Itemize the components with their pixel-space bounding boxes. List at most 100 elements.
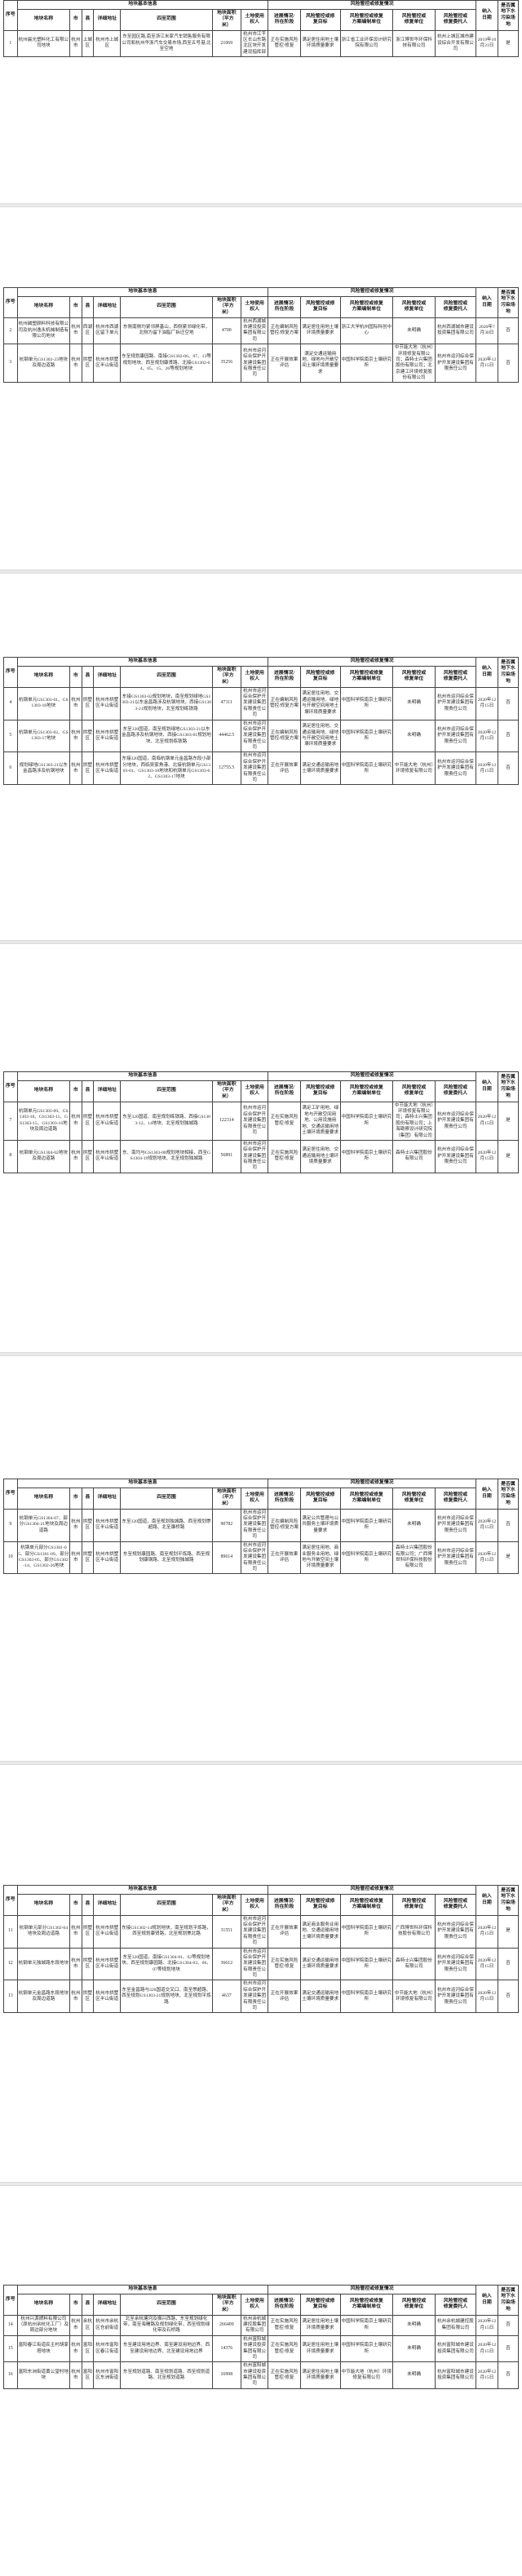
col-header-index: 序号 <box>3 287 18 318</box>
col-header-owner: 土地使用 权人 <box>240 295 269 318</box>
row-plan-unit: 中国科学院南京土壤研究所 <box>339 1139 394 1173</box>
col-header-stage: 进展情况/所在阶段 <box>268 1487 301 1510</box>
table-row[interactable]: 8 杭钢单元GS1304-02地块及周边道路 杭州市 拱墅区 杭州市拱墅区半山街道 东、南… <box>3 1139 520 1173</box>
row-goal: 满足居住用地、交通运输用地、绿地与开敞空间用地土壤环境质量要求 <box>299 719 341 753</box>
col-group-basic-info: 地块基本信息 <box>16 1479 269 1488</box>
row-goal: 满足交通运输用地土壤环境质量要求 <box>299 1947 341 1981</box>
row-date: 2020年12月15日 <box>475 752 498 786</box>
col-header-size-line3: 米） <box>221 23 232 29</box>
table-row[interactable]: 13 杭钢单元金昌路东段地块及周边道路 杭州市 拱墅区 杭州市拱墅区半山街道 东至金昌路与… <box>3 1980 520 2014</box>
col-header-client: 风险管控或 修复委托人 <box>435 8 476 31</box>
row-stage: 正在实施风险管控/修复 <box>268 2314 301 2336</box>
col-header-gw-line4: 地 <box>506 308 511 314</box>
row-date: 2020年12月15日 <box>475 719 498 753</box>
row-address: 杭州市拱墅区半山街道 <box>93 686 122 720</box>
row-site-name: 杭钢单元金昌路东段地块及周边道路 <box>16 1980 71 2014</box>
table-row[interactable]: 2 杭州碱塑颜料科技有限公司及杭州逸永机械制造有限公司地块 杭州市 西湖区 杭州市西湖区… <box>3 317 520 345</box>
table-header: 序号 地块基本信息 风险管控或修复情况 纳入 日期 是否属 地下水 污染场地地块名称市县详细地… <box>3 657 520 688</box>
col-header-size-line2: （平方 <box>219 16 234 22</box>
table-row[interactable]: 5 杭钢单元GS1303-02、GS1303-17地块 杭州市 拱墅区 杭州市拱墅区半山… <box>3 719 520 753</box>
row-exec-unit: 森特士兴集团股份有限公司 <box>392 1947 436 1981</box>
header-row-group: 序号 地块基本信息 风险管控或修复情况 纳入 日期 是否属 地下水 污染场地 <box>3 657 520 688</box>
row-address: 杭州市拱墅区半山街道 <box>93 1139 122 1173</box>
col-header-size-line2: （平方 <box>219 673 234 679</box>
col-header-gw-line2: 地下水 <box>501 2294 515 2299</box>
col-header-plan-unit-line2: 方案编制单位 <box>352 1498 381 1504</box>
row-city: 杭州市 <box>69 1139 82 1173</box>
col-header-plan-unit: 风险管控或修复 方案编制单位 <box>339 295 394 318</box>
table-row[interactable]: 10 杭钢单元部分GS1301-05、部分GS1301-09、部分GS1302-0… <box>3 1541 520 1575</box>
table-row[interactable]: 1 杭州晨光塑料化工有限公司地块 杭州市 上城区 杭州市上城区 东至园区路,南至浙江米家汽… <box>3 29 520 58</box>
row-date: 2020年12月15日 <box>475 1980 498 2014</box>
row-county: 拱墅区 <box>81 1508 95 1542</box>
col-header-index: 序号 <box>3 2285 18 2316</box>
col-header-gw-line3: 污染场 <box>501 672 515 677</box>
table-row[interactable]: 4 杭钢单元GS1303-01、GS1303-18地块 杭州市 拱墅区 杭州市拱墅区半山… <box>3 686 520 720</box>
row-groundwater: 否 <box>497 2314 520 2336</box>
col-header-gw-line4: 地 <box>506 1500 511 1505</box>
col-header-stage: 进展情况/所在阶段 <box>268 665 301 688</box>
table-row[interactable]: 15 富阳春江街道民主村胡家塔地块 杭州市 富阳区 杭州市富阳区春江街道 东至建设用地边界… <box>3 2334 520 2363</box>
col-header-city: 市 <box>69 1487 82 1510</box>
row-exec-unit: 浙江博世华环保科技有限公司 <box>392 29 436 58</box>
col-header-address: 详细地址 <box>93 665 122 688</box>
row-range: 东至金昌路与320国道交叉口、南至崇超路、西至规划GS1303-21规划地块、北… <box>120 1980 213 2014</box>
row-county: 拱墅区 <box>81 686 95 720</box>
table-row[interactable]: 9 杭钢单元GS1304-07、部分GS1304-21地块及周边道路 杭州市 拱墅区杭… <box>3 1508 520 1542</box>
row-range: 东至320国道，南接GS1304-01、02等规划地块、西至规划康园路、北接GS… <box>120 1947 213 1981</box>
row-city: 杭州市 <box>69 719 82 753</box>
row-site-name: 杭钢单元部分GS1302-04地块及周边道路 <box>16 1914 71 1949</box>
row-stage: 正在实施风险管控/修复 <box>268 2334 301 2363</box>
row-goal: 满足商业服务业用地、交通运输用地土壤环境质量要求 <box>299 1914 341 1949</box>
table-row[interactable]: 3 杭钢单元GS1302-23地块及周边道路 杭州市 拱墅区 杭州市拱墅区半山街道 东至规… <box>3 344 520 384</box>
header-row-columns: 地块名称市县详细地址 四至范围 地块面积 （平方 米） 土地使用 权人 进展情况/所在阶段 风险… <box>4 8 519 31</box>
row-plan-unit: 中国科学院南京土壤研究所 <box>339 1541 394 1575</box>
col-header-size-line3: 米） <box>221 2308 232 2313</box>
col-header-gw-line3: 污染场 <box>501 302 515 308</box>
col-header-exec-unit: 风险管控或 修复单位 <box>392 2293 436 2316</box>
col-group-basic-info: 地块基本信息 <box>16 657 269 667</box>
row-address: 杭州市富阳区春江街道 <box>93 2334 122 2363</box>
col-header-plan-unit-line2: 方案编制单位 <box>352 1904 381 1910</box>
col-header-date-line2: 日期 <box>482 2299 492 2305</box>
col-header-groundwater: 是否属 地下水 污染场地 <box>497 0 520 31</box>
col-group-risk-status: 风险管控或修复情况 <box>268 657 476 667</box>
row-size: 31551 <box>211 1914 241 1949</box>
col-header-index: 序号 <box>3 1885 18 1916</box>
row-goal: 满足交通运输用地土壤环境质量要求 <box>299 1980 341 2014</box>
row-index: 15 <box>3 2334 18 2363</box>
row-groundwater: 否 <box>497 752 520 786</box>
row-stage: 正在编制风险管控/修复方案 <box>268 719 301 753</box>
row-size: 14376 <box>211 2334 241 2363</box>
row-address: 杭州市余杭区仓前街道 <box>93 2314 122 2336</box>
land-registry-table: 序号 地块基本信息 风险管控或修复情况 纳入 日期 是否属 地下水 污染场地地块名称市县详细地… <box>3 287 520 384</box>
col-header-exec-unit: 风险管控或 修复单位 <box>392 1080 436 1102</box>
col-group-basic-info: 地块基本信息 <box>16 2285 269 2294</box>
table-row[interactable]: 14 杭州兴源燃料有限公司（原杭州余杭化工厂）及周边部分地块 杭州市 余杭区 杭州市余杭… <box>3 2314 520 2336</box>
land-registry-table: 序号 地块基本信息 风险管控或修复情况 纳入 日期 是否属 地下水 污染场地地块名称市县详细地… <box>3 0 520 58</box>
table-row[interactable]: 6 规划绿地GS1303-21以东金昌路涉及杭钢地块 杭州市 拱墅区 杭州市拱墅区半山街… <box>3 752 520 786</box>
col-header-client-line2: 修复委托人 <box>443 2304 468 2310</box>
row-index: 7 <box>3 1101 18 1141</box>
row-groundwater: 否 <box>497 1980 520 2014</box>
col-header-owner: 土地使用 权人 <box>240 1893 269 1916</box>
table-row[interactable]: 12 杭钢单元独城路东段地块 杭州市 拱墅区 杭州市拱墅区半山街道 东至320国道，南接G… <box>3 1947 520 1981</box>
row-client: 杭州市运河综合保护开发建设集团有限责任公司 <box>435 1980 476 2014</box>
row-city: 杭州市 <box>69 1980 82 2014</box>
row-range: 东至规划康园路、南至规划平炼路、西至规划康钢路、北至规划独城路 <box>120 1541 213 1575</box>
row-exec-unit: 森特士兴集团股份有限公司；广西博世科环保科技股份有限公司 <box>392 1541 436 1575</box>
col-header-index: 序号 <box>3 0 18 31</box>
col-header-client: 风险管控或 修复委托人 <box>435 1487 476 1510</box>
table-row[interactable]: 11 杭钢单元部分GS1302-04地块及周边道路 杭州市 拱墅区 杭州市拱墅区半山街道… <box>3 1914 520 1949</box>
row-address: 杭州市西湖区留下单元 <box>93 317 122 345</box>
table-row[interactable]: 16 富阳东洲街道黄公望村地块 杭州市 富阳区 杭州市富阳区东洲街道 东至规划道路、南至规… <box>3 2361 520 2389</box>
table-row[interactable]: 7 杭钢单元GS1303-09、GS1303-10、GS1303-11、GS130… <box>3 1101 520 1141</box>
col-header-date: 纳入 日期 <box>475 657 498 688</box>
col-header-gw-line4: 地 <box>506 21 511 27</box>
row-county: 拱墅区 <box>81 719 95 753</box>
row-plan-unit: 中国科学院南京土壤研究所 <box>339 686 394 720</box>
row-address: 杭州市富阳区东洲街道 <box>93 2361 122 2389</box>
col-header-index: 序号 <box>3 1071 18 1102</box>
col-header-stage-line2: 所在阶段 <box>274 2304 294 2310</box>
row-date: 2020年7月30日 <box>475 317 498 345</box>
